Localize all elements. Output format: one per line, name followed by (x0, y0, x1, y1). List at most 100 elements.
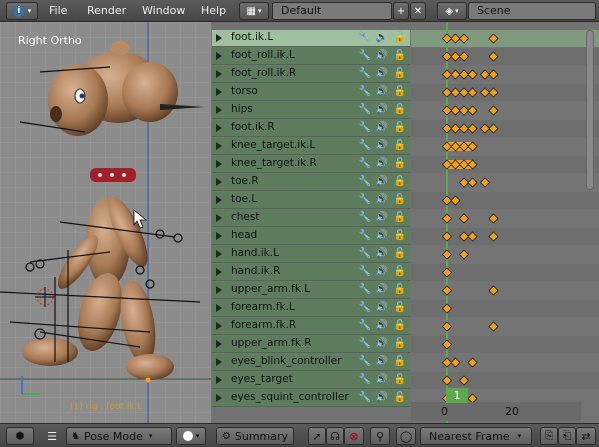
lock-icon[interactable]: 🔓 (393, 67, 407, 81)
wrench-icon[interactable]: 🔧 (358, 229, 372, 243)
expand-triangle-icon[interactable] (216, 142, 222, 150)
copy-keyframes-button[interactable]: ⎘ (540, 427, 558, 445)
channel-row[interactable]: eyes_target 🔧 🔊 🔓 (212, 372, 410, 389)
menu-file[interactable]: File (49, 4, 67, 17)
wrench-icon[interactable]: 🔧 (358, 319, 372, 333)
expand-triangle-icon[interactable] (216, 214, 222, 222)
wrench-icon[interactable]: 🔧 (358, 265, 372, 279)
only-errors-button[interactable]: ⊗ (344, 427, 364, 445)
channel-row[interactable]: toe.R 🔧 🔊 🔓 (212, 174, 410, 191)
wrench-icon[interactable]: 🔧 (358, 283, 372, 297)
channel-row[interactable]: foot_roll.ik.R 🔧 🔊 🔓 (212, 66, 410, 83)
wrench-icon[interactable]: 🔧 (358, 85, 372, 99)
lock-icon[interactable]: 🔓 (393, 121, 407, 135)
3d-viewport[interactable]: Right Ortho (1) rig : foot.ik.L (0, 22, 211, 423)
speaker-icon[interactable]: 🔊 (375, 301, 389, 315)
lock-icon[interactable]: 🔓 (393, 283, 407, 297)
channel-row[interactable]: eyes_squint_controller 🔧 🔊 🔓 (212, 390, 410, 407)
timeline-ruler[interactable]: 0 20 (411, 402, 581, 421)
lock-icon[interactable]: 🔓 (393, 319, 407, 333)
lock-icon[interactable]: 🔓 (393, 103, 407, 117)
expand-triangle-icon[interactable] (216, 394, 222, 402)
lock-icon[interactable]: 🔓 (393, 193, 407, 207)
wrench-icon[interactable]: 🔧 (358, 103, 372, 117)
speaker-icon[interactable]: 🔊 (375, 175, 389, 189)
channel-row[interactable]: foot.ik.R 🔧 🔊 🔓 (212, 120, 410, 137)
speaker-icon[interactable]: 🔊 (375, 103, 389, 117)
menu-render[interactable]: Render (87, 4, 126, 17)
lock-icon[interactable]: 🔓 (393, 337, 407, 351)
scene-selector[interactable]: ◈ ▾ (437, 2, 467, 20)
speaker-icon[interactable]: 🔊 (375, 337, 389, 351)
channel-row[interactable]: knee_target.ik.R 🔧 🔊 🔓 (212, 156, 410, 173)
wrench-icon[interactable]: 🔧 (358, 373, 372, 387)
speaker-icon[interactable]: 🔊 (375, 157, 389, 171)
wrench-icon[interactable]: 🔧 (358, 31, 372, 45)
speaker-icon[interactable]: 🔊 (375, 85, 389, 99)
menu-toggle-button[interactable]: ☰ (42, 427, 62, 445)
channel-row[interactable]: torso 🔧 🔊 🔓 (212, 84, 410, 101)
mode-selector[interactable]: ♞ Pose Mode ▾ (66, 427, 172, 445)
channel-row[interactable]: foot_roll.ik.L 🔧 🔊 🔓 (212, 48, 410, 65)
wrench-icon[interactable]: 🔧 (358, 157, 372, 171)
lock-icon[interactable]: 🔓 (393, 211, 407, 225)
speaker-icon[interactable]: 🔊 (375, 265, 389, 279)
expand-triangle-icon[interactable] (216, 232, 222, 240)
delete-layout-button[interactable]: ✕ (410, 2, 426, 20)
editor-type-info-button[interactable]: i ▾ (6, 2, 38, 20)
scene-name-field[interactable]: Scene (468, 2, 596, 20)
screen-layout-selector[interactable]: ▦ ▾ (239, 2, 269, 20)
speaker-icon[interactable]: 🔊 (375, 67, 389, 81)
channel-row[interactable]: hips 🔧 🔊 🔓 (212, 102, 410, 119)
speaker-icon[interactable]: 🔊 (375, 121, 389, 135)
expand-triangle-icon[interactable] (216, 304, 222, 312)
speaker-icon[interactable]: 🔊 (375, 229, 389, 243)
show-hidden-button[interactable]: ☊ (326, 427, 344, 445)
wrench-icon[interactable]: 🔧 (358, 391, 372, 405)
speaker-icon[interactable]: 🔊 (375, 31, 389, 45)
wrench-icon[interactable]: 🔧 (358, 121, 372, 135)
lock-icon[interactable]: 🔓 (393, 391, 407, 405)
channel-row[interactable]: eyes_blink_controller 🔧 🔊 🔓 (212, 354, 410, 371)
channel-row[interactable]: foot.ik.L 🔧 🔊 🔓 (212, 30, 410, 47)
channel-row[interactable]: upper_arm.fk.L 🔧 🔊 🔓 (212, 282, 410, 299)
wrench-icon[interactable]: 🔧 (358, 337, 372, 351)
lock-icon[interactable]: 🔓 (393, 229, 407, 243)
lock-icon[interactable]: 🔓 (393, 49, 407, 63)
channel-row[interactable]: hand.ik.L 🔧 🔊 🔓 (212, 246, 410, 263)
proportional-edit-button[interactable]: ◯ (396, 427, 416, 445)
lock-icon[interactable]: 🔓 (393, 157, 407, 171)
menu-help[interactable]: Help (201, 4, 226, 17)
wrench-icon[interactable]: 🔧 (358, 139, 372, 153)
lock-icon[interactable]: 🔓 (393, 85, 407, 99)
expand-triangle-icon[interactable] (216, 340, 222, 348)
wrench-icon[interactable]: 🔧 (358, 301, 372, 315)
expand-triangle-icon[interactable] (216, 376, 222, 384)
auto-snap-selector[interactable]: Nearest Frame ▾ (420, 427, 532, 445)
dopesheet-area[interactable] (411, 22, 599, 423)
speaker-icon[interactable]: 🔊 (375, 193, 389, 207)
expand-triangle-icon[interactable] (216, 358, 222, 366)
channel-row[interactable]: toe.L 🔧 🔊 🔓 (212, 192, 410, 209)
summary-toggle[interactable]: ⚙ Summary (216, 427, 294, 445)
speaker-icon[interactable]: 🔊 (375, 211, 389, 225)
speaker-icon[interactable]: 🔊 (375, 355, 389, 369)
speaker-icon[interactable]: 🔊 (375, 247, 389, 261)
layout-name-field[interactable]: Default (272, 2, 392, 20)
channel-row[interactable]: knee_target.ik.L 🔧 🔊 🔓 (212, 138, 410, 155)
lock-icon[interactable]: 🔓 (393, 175, 407, 189)
lock-icon[interactable]: 🔓 (393, 139, 407, 153)
channel-row[interactable]: hand.ik.R 🔧 🔊 🔓 (212, 264, 410, 281)
speaker-icon[interactable]: 🔊 (375, 373, 389, 387)
speaker-icon[interactable]: 🔊 (375, 319, 389, 333)
lock-icon[interactable]: 🔓 (393, 247, 407, 261)
expand-triangle-icon[interactable] (216, 106, 222, 114)
paste-flipped-button[interactable]: ⇄ (576, 427, 596, 445)
expand-triangle-icon[interactable] (216, 70, 222, 78)
current-frame-indicator[interactable]: 1 (446, 388, 468, 403)
editor-type-3dview-button[interactable]: ⬢ (6, 427, 34, 445)
speaker-icon[interactable]: 🔊 (375, 139, 389, 153)
expand-triangle-icon[interactable] (216, 268, 222, 276)
expand-triangle-icon[interactable] (216, 178, 222, 186)
wrench-icon[interactable]: 🔧 (358, 355, 372, 369)
